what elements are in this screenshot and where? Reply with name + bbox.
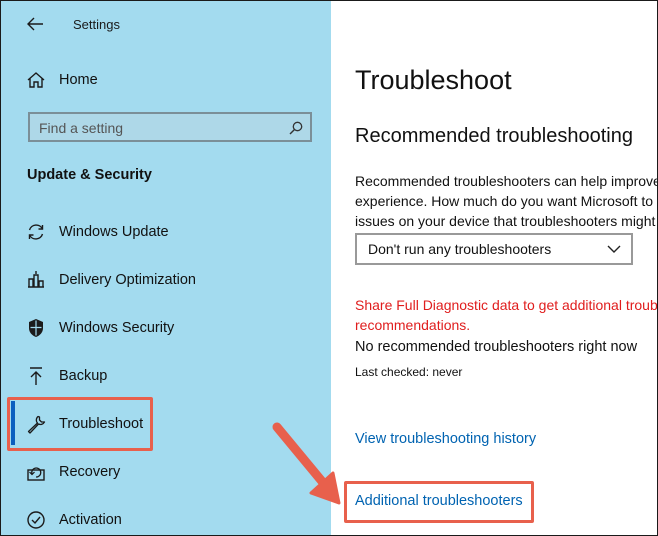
diagnostic-data-link[interactable]: Share Full Diagnostic data to get additi… (355, 295, 657, 335)
description-line: experience. How much do you want Microso… (355, 193, 654, 209)
title-bar: Settings (1, 1, 331, 49)
app-title: Settings (73, 17, 120, 32)
sync-icon (28, 224, 44, 240)
search-input[interactable] (39, 119, 279, 137)
sidebar-item-home[interactable]: Home (25, 69, 305, 95)
sidebar-item-label: Windows Update (59, 224, 169, 240)
main-content: Troubleshoot Recommended troubleshooting… (331, 1, 657, 535)
warning-line: recommendations. (355, 317, 471, 333)
description-line: issues on your device that troubleshoote… (355, 213, 656, 229)
shield-icon (29, 319, 43, 337)
page-title: Troubleshoot (355, 65, 512, 95)
sidebar-item-windows-security[interactable]: Windows Security (25, 317, 315, 343)
sidebar-item-backup[interactable]: Backup (25, 365, 315, 391)
upload-arrow-icon (30, 367, 42, 385)
recovery-icon (27, 467, 45, 481)
dropdown-selected-value: Don't run any troubleshooters (368, 241, 552, 257)
sidebar-item-label: Backup (59, 368, 108, 384)
chevron-down-icon (607, 245, 621, 253)
recommended-heading: Recommended troubleshooting (355, 125, 633, 147)
annotation-arrow (272, 422, 341, 505)
sidebar-item-label: Recovery (59, 464, 121, 480)
check-circle-icon (27, 511, 45, 529)
sidebar-item-label: Home (59, 72, 98, 88)
troubleshooter-preference-dropdown[interactable]: Don't run any troubleshooters (355, 233, 633, 265)
search-box[interactable] (28, 112, 312, 142)
section-heading: Update & Security (27, 167, 152, 183)
description-line: Recommended troubleshooters can help imp… (355, 173, 657, 189)
last-checked-text: Last checked: never (355, 365, 463, 379)
recommended-description: Recommended troubleshooters can help imp… (355, 171, 657, 231)
sidebar-item-label: Windows Security (59, 320, 175, 336)
sidebar-item-activation[interactable]: Activation (25, 509, 315, 535)
sidebar-item-label: Activation (59, 512, 122, 528)
status-text: No recommended troubleshooters right now (355, 339, 638, 355)
sidebar-item-windows-update[interactable]: Windows Update (25, 221, 315, 247)
sidebar-item-label: Delivery Optimization (59, 272, 196, 288)
home-icon (27, 72, 45, 88)
back-arrow-icon[interactable] (25, 13, 47, 35)
warning-line: Share Full Diagnostic data to get additi… (355, 297, 657, 313)
troubleshoot-highlight (7, 397, 153, 451)
view-history-link[interactable]: View troubleshooting history (355, 431, 536, 447)
sidebar-item-delivery-optimization[interactable]: Delivery Optimization (25, 269, 315, 295)
additional-troubleshooters-highlight (344, 481, 534, 523)
search-icon[interactable] (288, 120, 304, 136)
settings-window: Settings Home Update & Security Windows … (0, 0, 658, 536)
delivery-optimization-icon (28, 271, 44, 288)
